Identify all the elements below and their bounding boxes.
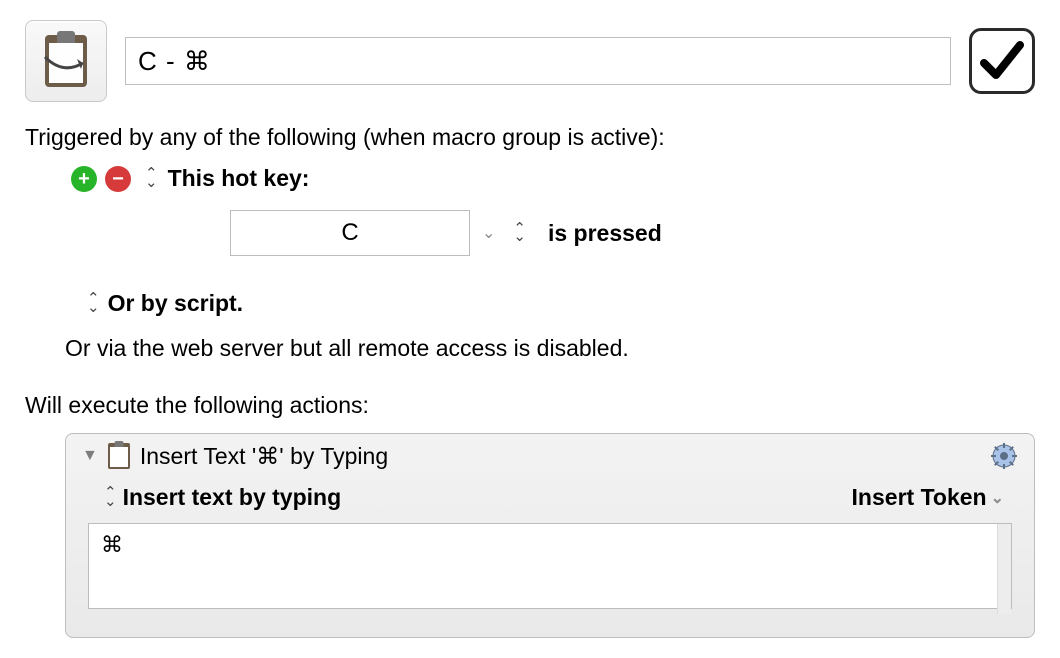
clipboard-icon xyxy=(108,443,130,469)
triggers-heading: Triggered by any of the following (when … xyxy=(25,124,1035,151)
trigger-type-stepper[interactable]: ⌃ ⌄ xyxy=(145,170,158,187)
chevron-down-icon: ⌄ xyxy=(991,488,1004,508)
clipboard-icon xyxy=(45,35,87,87)
add-trigger-button[interactable]: + xyxy=(71,166,97,192)
hotkey-type-label: This hot key: xyxy=(168,165,310,192)
actions-heading: Will execute the following actions: xyxy=(25,392,1035,419)
script-trigger-stepper[interactable]: ⌃ ⌄ xyxy=(87,295,100,312)
action-text-input[interactable] xyxy=(88,523,1012,609)
remove-trigger-button[interactable]: − xyxy=(105,166,131,192)
action-mode-stepper[interactable]: ⌃ ⌄ xyxy=(104,489,117,506)
hotkey-condition-stepper[interactable]: ⌃ ⌄ xyxy=(513,225,526,242)
script-trigger-label: Or by script. xyxy=(108,290,243,317)
macro-name-input[interactable] xyxy=(125,37,951,85)
macro-enabled-checkbox[interactable] xyxy=(969,28,1035,94)
action-settings-button[interactable] xyxy=(990,442,1018,470)
arrow-icon xyxy=(41,53,93,79)
action-title: Insert Text '⌘' by Typing xyxy=(140,443,980,470)
insert-token-dropdown[interactable]: Insert Token ⌄ xyxy=(852,484,1004,511)
webserver-trigger-label: Or via the web server but all remote acc… xyxy=(65,335,1035,362)
chevron-down-icon: ⌄ xyxy=(104,498,117,506)
gear-icon xyxy=(990,442,1018,470)
chevron-down-icon: ⌄ xyxy=(87,304,100,312)
hotkey-condition-label: is pressed xyxy=(548,220,662,247)
checkmark-icon xyxy=(978,37,1026,85)
chevron-down-icon: ⌄ xyxy=(513,233,526,241)
insert-token-label: Insert Token xyxy=(852,484,987,511)
action-mode-label: Insert text by typing xyxy=(123,484,342,511)
action-card: ▼ Insert Text '⌘' by Typing xyxy=(65,433,1035,638)
macro-icon-well[interactable] xyxy=(25,20,107,102)
hotkey-input[interactable] xyxy=(230,210,470,256)
disclosure-triangle[interactable]: ▼ xyxy=(82,447,98,465)
hotkey-dropdown[interactable]: ⌄ xyxy=(482,223,495,243)
textarea-resize-grip[interactable] xyxy=(997,524,1011,614)
chevron-down-icon: ⌄ xyxy=(145,179,158,187)
